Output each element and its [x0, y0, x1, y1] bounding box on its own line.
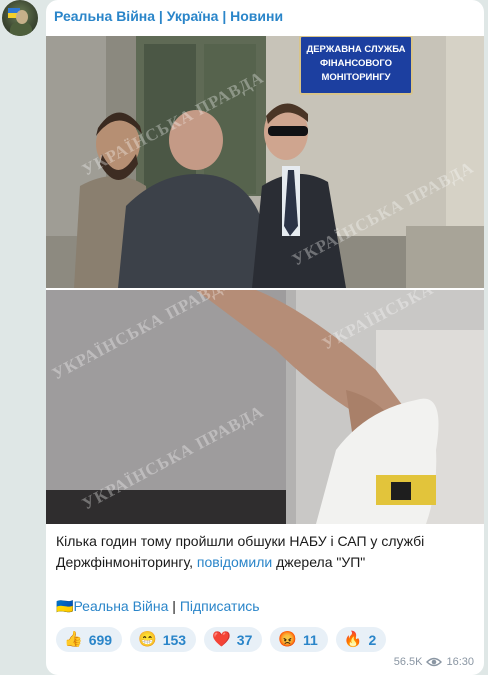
reaction-fire[interactable]: 🔥 2	[335, 627, 387, 652]
views-count: 56.5K	[393, 656, 423, 668]
subscribe-link[interactable]: Підписатись	[180, 598, 260, 614]
reaction-grin[interactable]: 😁 153	[130, 627, 197, 652]
footer-channel-link[interactable]: Реальна Війна	[73, 598, 168, 614]
sign-line-2: ФІНАНСОВОГО	[320, 58, 392, 69]
thumbs-up-icon: 👍	[64, 631, 83, 648]
reactions-bar: 👍 699 😁 153 ❤️ 37 😡 11 🔥 2	[56, 627, 387, 652]
reaction-count: 2	[368, 631, 377, 648]
post-photo-1[interactable]: ДЕРЖАВНА СЛУЖБА ФІНАНСОВОГО МОНІТОРИНГУ …	[46, 36, 484, 288]
fire-icon: 🔥	[343, 631, 363, 648]
channel-avatar[interactable]	[2, 0, 38, 36]
reaction-heart[interactable]: ❤️ 37	[204, 627, 263, 652]
footer-separator: |	[172, 598, 176, 614]
post-text-part2: джерела "УП"	[276, 554, 366, 570]
grin-icon: 😁	[138, 631, 157, 648]
channel-name[interactable]: Реальна Війна | Україна | Новини	[54, 8, 283, 24]
reaction-count: 153	[162, 631, 187, 648]
message-meta: 56.5K 16:30	[394, 656, 474, 668]
reaction-count: 37	[236, 631, 253, 648]
reaction-thumbs-up[interactable]: 👍 699	[56, 627, 123, 652]
source-link[interactable]: повідомили	[197, 554, 272, 570]
reaction-count: 699	[88, 631, 113, 648]
sign-line-1: ДЕРЖАВНА СЛУЖБА	[306, 44, 405, 55]
reaction-count: 11	[303, 631, 318, 648]
eye-icon	[426, 657, 443, 667]
ukraine-flag-icon: 🇺🇦	[56, 598, 74, 614]
angry-face-icon: 😡	[278, 631, 298, 648]
message-bubble: Реальна Війна | Україна | Новини ДЕРЖАВН…	[46, 0, 484, 675]
post-time: 16:30	[446, 656, 474, 668]
post-footer: 🇺🇦Реальна Війна | Підписатись	[56, 598, 260, 615]
heart-icon: ❤️	[212, 631, 231, 648]
post-text: Кілька годин тому пройшли обшуки НАБУ і …	[56, 531, 476, 573]
reaction-angry[interactable]: 😡 11	[270, 627, 328, 652]
photo-bag-closeup: УКРАЇНСЬКА ПРАВДА УКРАЇНСЬКА ПРАВДА УКРА…	[46, 290, 484, 524]
sign-line-3: МОНІТОРИНГУ	[321, 72, 390, 83]
photo-street-scene: ДЕРЖАВНА СЛУЖБА ФІНАНСОВОГО МОНІТОРИНГУ …	[46, 36, 484, 288]
post-photo-2[interactable]: УКРАЇНСЬКА ПРАВДА УКРАЇНСЬКА ПРАВДА УКРА…	[46, 290, 484, 524]
